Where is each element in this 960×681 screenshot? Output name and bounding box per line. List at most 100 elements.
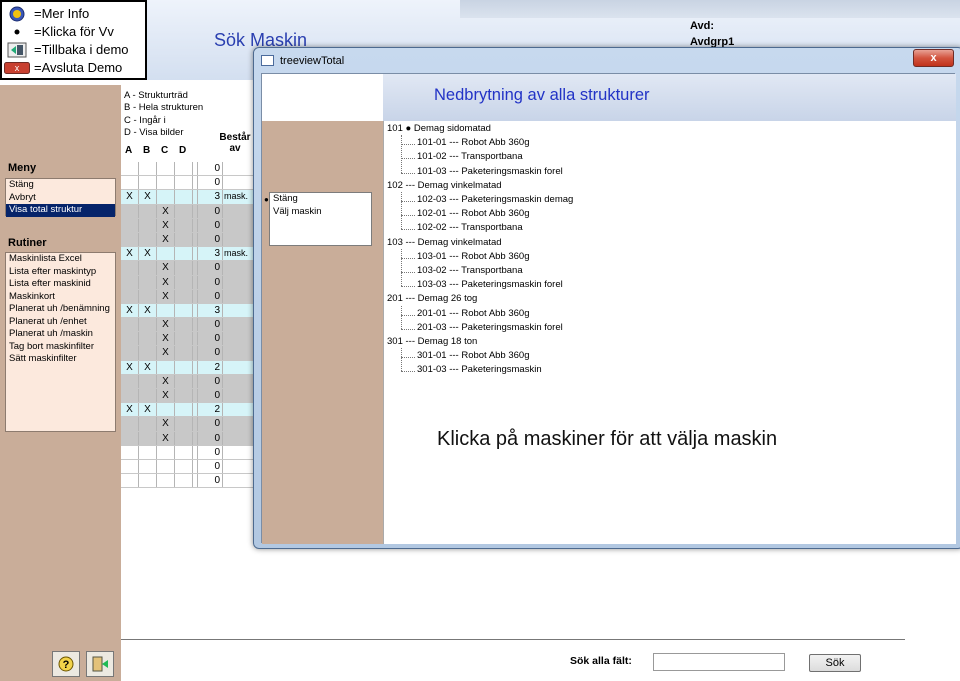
table-cell-a[interactable]	[121, 204, 139, 218]
table-cell-d[interactable]	[175, 204, 193, 218]
table-row[interactable]: X0	[121, 332, 256, 347]
table-cell-d[interactable]	[175, 318, 193, 332]
table-cell-c[interactable]: X	[157, 332, 175, 346]
tree-node[interactable]: 102 --- Demag vinkelmatad	[387, 180, 502, 191]
table-row[interactable]: 0	[121, 459, 256, 475]
table-cell-b[interactable]	[139, 218, 157, 232]
table-cell-d[interactable]	[175, 303, 193, 318]
table-cell-a[interactable]: X	[121, 403, 139, 417]
table-cell-a[interactable]	[121, 389, 139, 403]
table-cell-c[interactable]: X	[157, 318, 175, 332]
table-row[interactable]: X0	[121, 204, 256, 219]
table-row[interactable]: X0	[121, 289, 256, 304]
table-cell-d[interactable]	[175, 346, 193, 360]
table-cell-d[interactable]	[175, 332, 193, 346]
rutiner-item[interactable]: Maskinlista Excel	[6, 253, 115, 266]
tree-leaf[interactable]: 101-03 --- Paketeringsmaskin forel	[417, 166, 563, 177]
rutiner-item[interactable]: Planerat uh /benämning	[6, 303, 115, 316]
rutiner-item[interactable]: Maskinkort	[6, 291, 115, 304]
table-cell-d[interactable]	[175, 162, 193, 176]
rutiner-item[interactable]: Tag bort maskinfilter	[6, 341, 115, 354]
table-row[interactable]: X0	[121, 374, 256, 389]
table-cell-d[interactable]	[175, 176, 193, 190]
table-row[interactable]: 0	[121, 162, 256, 177]
tree-leaf[interactable]: 301-03 --- Paketeringsmaskin	[417, 364, 542, 375]
table-cell-a[interactable]	[121, 459, 139, 474]
info-button[interactable]: ?	[52, 651, 80, 677]
table-cell-a[interactable]	[121, 332, 139, 346]
table-cell-a[interactable]: X	[121, 360, 139, 374]
table-cell-d[interactable]	[175, 374, 193, 388]
table-row[interactable]: X X 3 mask.	[121, 247, 256, 262]
table-cell-d[interactable]	[175, 389, 193, 403]
table-cell-a[interactable]	[121, 318, 139, 332]
table-cell-b[interactable]	[139, 232, 157, 247]
table-cell-c[interactable]: X	[157, 204, 175, 218]
table-row[interactable]: 0	[121, 445, 256, 460]
table-cell-c[interactable]: X	[157, 218, 175, 232]
table-cell-a[interactable]	[121, 431, 139, 445]
table-cell-b[interactable]	[139, 431, 157, 445]
table-cell-d[interactable]	[175, 261, 193, 275]
table-cell-d[interactable]	[175, 474, 193, 488]
table-cell-a[interactable]	[121, 346, 139, 360]
table-cell-c[interactable]: X	[157, 275, 175, 289]
menu-item[interactable]: Stäng	[6, 179, 115, 192]
table-cell-d[interactable]	[175, 289, 193, 303]
table-cell-c[interactable]: X	[157, 346, 175, 360]
table-cell-a[interactable]	[121, 474, 139, 488]
table-cell-d[interactable]	[175, 218, 193, 232]
table-cell-c[interactable]: X	[157, 374, 175, 388]
table-cell-a[interactable]	[121, 162, 139, 176]
table-cell-b[interactable]	[139, 162, 157, 176]
tree-leaf[interactable]: 102-02 --- Transportbana	[417, 222, 523, 233]
search-button[interactable]: Sök	[809, 654, 861, 672]
popup-menu-item-valj-maskin[interactable]: Välj maskin	[270, 206, 371, 219]
window-close-button[interactable]: x	[913, 49, 954, 67]
table-cell-b[interactable]: X	[139, 303, 157, 318]
popup-menu-item-stang[interactable]: Stäng	[270, 193, 371, 206]
table-cell-b[interactable]: X	[139, 360, 157, 374]
table-cell-a[interactable]	[121, 275, 139, 289]
tree-leaf[interactable]: 103-02 --- Transportbana	[417, 265, 523, 276]
table-cell-c[interactable]	[157, 162, 175, 176]
tree-leaf[interactable]: 102-01 --- Robot Abb 360g	[417, 208, 530, 219]
table-cell-c[interactable]: X	[157, 417, 175, 431]
table-cell-c[interactable]	[157, 190, 175, 204]
table-row[interactable]: XX 3	[121, 303, 256, 319]
table-cell-c[interactable]: X	[157, 261, 175, 275]
table-cell-b[interactable]: X	[139, 247, 157, 261]
tree-leaf[interactable]: 201-01 --- Robot Abb 360g	[417, 308, 530, 319]
table-cell-c[interactable]: X	[157, 431, 175, 445]
table-cell-b[interactable]	[139, 318, 157, 332]
table-cell-a[interactable]	[121, 261, 139, 275]
table-cell-d[interactable]	[175, 247, 193, 261]
table-cell-c[interactable]: X	[157, 232, 175, 247]
table-cell-d[interactable]	[175, 431, 193, 445]
table-cell-d[interactable]	[175, 232, 193, 247]
table-cell-a[interactable]	[121, 289, 139, 303]
table-row[interactable]: X0	[121, 218, 256, 233]
table-cell-b[interactable]	[139, 417, 157, 431]
table-cell-c[interactable]	[157, 445, 175, 459]
table-cell-c[interactable]	[157, 360, 175, 374]
rutiner-item[interactable]: Lista efter maskintyp	[6, 266, 115, 279]
tree-leaf[interactable]: 102-03 --- Paketeringsmaskin demag	[417, 194, 573, 205]
table-cell-b[interactable]	[139, 261, 157, 275]
table-cell-b[interactable]	[139, 204, 157, 218]
table-cell-b[interactable]: X	[139, 403, 157, 417]
table-cell-a[interactable]	[121, 232, 139, 247]
tree-node[interactable]: 301 --- Demag 18 ton	[387, 336, 477, 347]
table-cell-b[interactable]	[139, 389, 157, 403]
table-cell-a[interactable]	[121, 176, 139, 190]
table-row[interactable]: X X 3 mask.	[121, 190, 256, 205]
table-cell-a[interactable]	[121, 417, 139, 431]
menu-item[interactable]: Avbryt	[6, 192, 115, 205]
table-row[interactable]: 0	[121, 474, 256, 489]
rutiner-item[interactable]: Planerat uh /maskin	[6, 328, 115, 341]
rutiner-item[interactable]: Planerat uh /enhet	[6, 316, 115, 329]
table-cell-b[interactable]	[139, 176, 157, 190]
table-cell-c[interactable]	[157, 403, 175, 417]
table-cell-b[interactable]: X	[139, 190, 157, 204]
table-row[interactable]: 0	[121, 176, 256, 191]
